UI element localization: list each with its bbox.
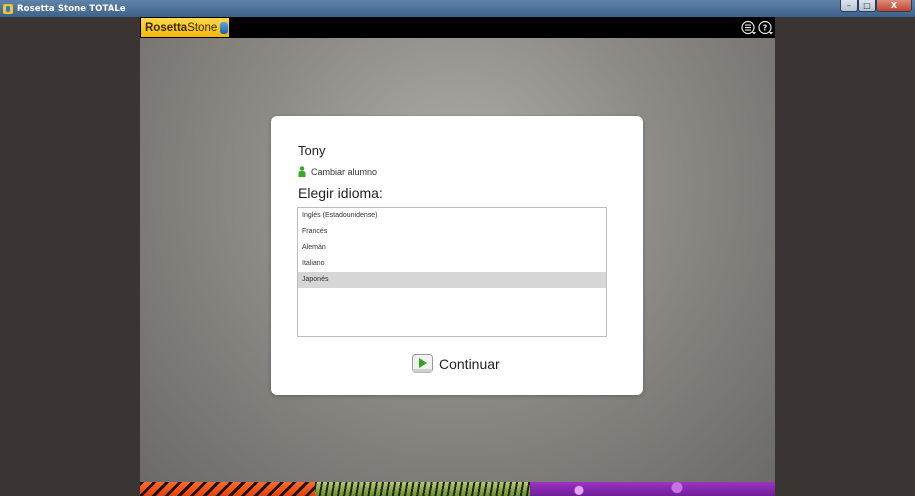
decorative-image-strip [140,482,775,496]
language-item-german[interactable]: Alemán [298,240,606,256]
rosetta-stone-logo: RosettaStone [141,18,229,37]
window-controls: – □ X [840,0,912,12]
language-list[interactable]: Inglés (Estadounidense) Francés Alemán I… [297,207,607,337]
language-item-italian[interactable]: Italiano [298,256,606,272]
change-student-link[interactable]: Cambiar alumno [298,166,377,177]
app-window: Rosetta Stone TOTALe – □ X RosettaStone [0,0,915,496]
purple-flower-image [530,482,775,496]
app-content: RosettaStone ? Tony Cambiar alumno Elegi… [140,17,775,496]
close-button[interactable]: X [876,0,912,12]
minimize-button[interactable]: – [840,0,858,12]
language-selection-dialog: Tony Cambiar alumno Elegir idioma: Inglé… [271,116,643,395]
language-item-french[interactable]: Francés [298,224,606,240]
play-icon [412,354,433,373]
language-item-japanese[interactable]: Japonés [298,272,606,288]
window-title: Rosetta Stone TOTALe [17,3,126,14]
right-margin [775,17,915,496]
choose-language-heading: Elegir idioma: [298,185,383,201]
logo-text: RosettaStone [145,21,218,34]
maximize-button[interactable]: □ [858,0,876,12]
student-name: Tony [298,143,326,158]
app-header-bar: RosettaStone ? [140,17,775,38]
window-title-bar[interactable]: Rosetta Stone TOTALe – □ X [0,0,915,17]
language-item-english-us[interactable]: Inglés (Estadounidense) [298,208,606,224]
rosetta-stone-app-icon [3,3,13,14]
svg-text:?: ? [763,24,768,33]
continue-label: Continuar [439,355,500,372]
green-plant-image [315,482,530,496]
menu-down-icon[interactable] [741,20,756,35]
person-icon [298,166,306,177]
logo-stone-icon [220,21,229,34]
help-icon[interactable]: ? [758,20,773,35]
change-student-label: Cambiar alumno [311,166,378,177]
orange-pattern-image [140,482,315,496]
continue-button[interactable]: Continuar [412,354,500,373]
left-margin [0,17,140,496]
